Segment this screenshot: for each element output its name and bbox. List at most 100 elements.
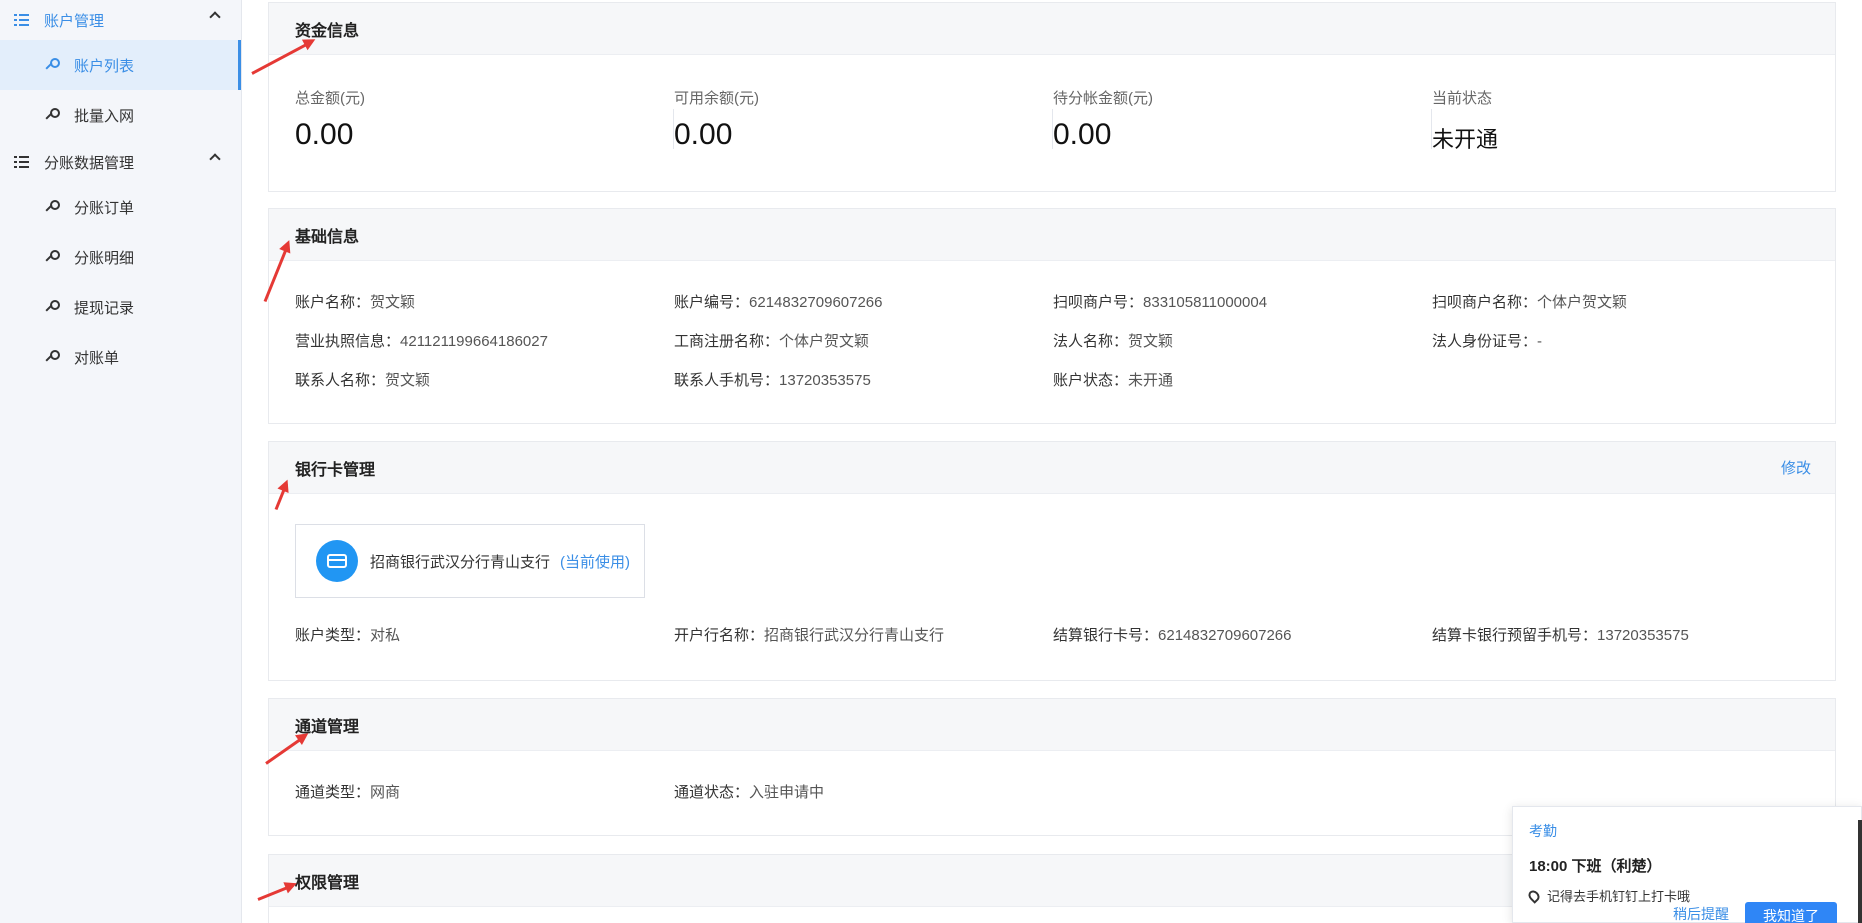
fund-value: 未开通 bbox=[1432, 127, 1499, 152]
sidebar-item-statements[interactable]: 对账单 bbox=[0, 332, 241, 382]
info-cell: 账户状态：未开通 bbox=[1053, 369, 1432, 390]
info-cell: 结算卡银行预留手机号：13720353575 bbox=[1432, 624, 1811, 645]
wrench-icon bbox=[44, 58, 60, 72]
bank-card-header: 银行卡管理 修改 bbox=[269, 442, 1835, 494]
notification-title: 18:00 下班（利楚） bbox=[1529, 858, 1662, 875]
section-title: 银行卡管理 bbox=[295, 461, 376, 479]
fund-label: 当前状态 bbox=[1432, 90, 1493, 107]
fund-total: 总金额(元) 0.00 bbox=[295, 87, 674, 192]
fund-pending: 待分帐金额(元) 0.00 bbox=[1053, 87, 1432, 192]
info-key: 结算银行卡号： bbox=[1053, 627, 1159, 644]
channel-card-header: 通道管理 bbox=[269, 699, 1835, 751]
info-value: 6214832709607266 bbox=[749, 294, 883, 311]
info-key: 账户类型： bbox=[295, 627, 371, 644]
info-value: 招商银行武汉分行青山支行 bbox=[764, 627, 945, 644]
sidebar-item-split-details[interactable]: 分账明细 bbox=[0, 232, 241, 282]
info-cell: 联系人手机号：13720353575 bbox=[674, 369, 1053, 390]
info-value: 贺文颖 bbox=[1128, 333, 1174, 350]
info-key: 法人名称： bbox=[1053, 333, 1129, 350]
sidebar-item-label: 对账单 bbox=[74, 349, 120, 367]
sidebar-item-withdraw-records[interactable]: 提现记录 bbox=[0, 282, 241, 332]
info-cell: 通道类型：网商 bbox=[295, 781, 674, 802]
info-value: - bbox=[1537, 333, 1543, 350]
info-cell: 开户行名称：招商银行武汉分行青山支行 bbox=[674, 624, 1053, 645]
info-cell: 扫呗商户号：833105811000004 bbox=[1053, 291, 1432, 312]
menu-group-label: 分账数据管理 bbox=[44, 154, 135, 172]
info-key: 结算卡银行预留手机号： bbox=[1432, 627, 1598, 644]
info-cell: 法人名称：贺文颖 bbox=[1053, 330, 1432, 351]
section-title: 权限管理 bbox=[295, 874, 360, 892]
info-value: 个体户贺文颖 bbox=[1537, 294, 1628, 311]
info-cell: 营业执照信息：421121199664186027 bbox=[295, 330, 674, 351]
info-value: 贺文颖 bbox=[385, 372, 431, 389]
info-cell: 法人身份证号：- bbox=[1432, 330, 1811, 351]
fund-value: 0.00 bbox=[674, 118, 733, 151]
info-key: 联系人手机号： bbox=[674, 372, 780, 389]
fund-value: 0.00 bbox=[295, 118, 354, 151]
info-key: 开户行名称： bbox=[674, 627, 765, 644]
bank-grid: 账户类型：对私 开户行名称：招商银行武汉分行青山支行 结算银行卡号：621483… bbox=[269, 598, 1835, 659]
chevron-up-icon bbox=[209, 11, 221, 23]
info-cell: 联系人名称：贺文颖 bbox=[295, 369, 674, 390]
fund-label: 可用余额(元) bbox=[674, 90, 759, 107]
notification-text: 记得去手机钉钉上打卡哦 bbox=[1547, 889, 1691, 904]
credit-card-icon bbox=[316, 540, 358, 582]
basic-grid: 账户名称：贺文颖 账户编号：6214832709607266 扫呗商户号：833… bbox=[269, 261, 1835, 404]
fund-card-header: 资金信息 bbox=[269, 3, 1835, 55]
notification-actions: 稍后提醒 我知道了 bbox=[1673, 902, 1837, 923]
fund-value: 0.00 bbox=[1053, 118, 1112, 151]
chevron-up-icon bbox=[209, 153, 221, 165]
sidebar-item-split-orders[interactable]: 分账订单 bbox=[0, 182, 241, 232]
menu-group-split-data[interactable]: 分账数据管理 bbox=[0, 142, 241, 182]
notification-app: 考勤 bbox=[1529, 823, 1557, 839]
menu-group-label: 账户管理 bbox=[44, 12, 105, 30]
sidebar-item-account-list[interactable]: 账户列表 bbox=[0, 40, 241, 90]
info-value: 6214832709607266 bbox=[1158, 627, 1292, 644]
bank-card-box[interactable]: 招商银行武汉分行青山支行 (当前使用) bbox=[295, 524, 645, 598]
info-key: 联系人名称： bbox=[295, 372, 386, 389]
sidebar-item-label: 分账订单 bbox=[74, 199, 135, 217]
info-key: 账户状态： bbox=[1053, 372, 1129, 389]
info-key: 账户名称： bbox=[295, 294, 371, 311]
info-cell: 工商注册名称：个体户贺文颖 bbox=[674, 330, 1053, 351]
current-use-tag: (当前使用) bbox=[560, 553, 631, 571]
info-cell: 扫呗商户名称：个体户贺文颖 bbox=[1432, 291, 1811, 312]
info-cell: 账户名称：贺文颖 bbox=[295, 291, 674, 312]
sidebar-item-label: 提现记录 bbox=[74, 299, 135, 317]
info-key: 法人身份证号： bbox=[1432, 333, 1538, 350]
info-cell: 通道状态：入驻申请中 bbox=[674, 781, 1053, 802]
fund-available: 可用余额(元) 0.00 bbox=[674, 87, 1053, 192]
sidebar-item-batch-onboard[interactable]: 批量入网 bbox=[0, 90, 241, 140]
remind-later-button[interactable]: 稍后提醒 bbox=[1673, 904, 1729, 923]
info-cell: 账户编号：6214832709607266 bbox=[674, 291, 1053, 312]
info-value: 13720353575 bbox=[779, 372, 871, 389]
edit-bank-link[interactable]: 修改 bbox=[1781, 457, 1811, 478]
info-value: 对私 bbox=[370, 627, 401, 644]
sidebar-item-label: 分账明细 bbox=[74, 249, 135, 267]
fund-card: 资金信息 总金额(元) 0.00 可用余额(元) 0.00 待分帐金额(元) 0… bbox=[268, 2, 1836, 192]
fund-row: 总金额(元) 0.00 可用余额(元) 0.00 待分帐金额(元) 0.00 当… bbox=[269, 55, 1835, 192]
info-key: 通道状态： bbox=[674, 784, 750, 801]
sidebar: 账户管理 账户列表 批量入网 分账数据管理 分账订单 分账明细 提现记录 对账单 bbox=[0, 0, 242, 923]
menu-group-account[interactable]: 账户管理 bbox=[0, 0, 241, 40]
sidebar-item-label: 批量入网 bbox=[74, 107, 135, 125]
info-cell: 账户类型：对私 bbox=[295, 624, 674, 645]
info-key: 账户编号： bbox=[674, 294, 750, 311]
attendance-notification: 考勤 18:00 下班（利楚） 记得去手机钉钉上打卡哦 稍后提醒 我知道了 bbox=[1512, 806, 1862, 923]
basic-card-header: 基础信息 bbox=[269, 209, 1835, 261]
wrench-icon bbox=[44, 350, 60, 364]
fund-status: 当前状态 未开通 bbox=[1432, 87, 1811, 192]
sidebar-item-label: 账户列表 bbox=[74, 57, 135, 75]
info-value: 个体户贺文颖 bbox=[779, 333, 870, 350]
bank-card: 银行卡管理 修改 招商银行武汉分行青山支行 (当前使用) 账户类型：对私 开户行… bbox=[268, 441, 1836, 681]
info-value: 贺文颖 bbox=[370, 294, 416, 311]
wrench-icon bbox=[44, 250, 60, 264]
location-pin-icon bbox=[1526, 887, 1542, 904]
info-value: 421121199664186027 bbox=[400, 333, 548, 350]
info-value: 未开通 bbox=[1128, 372, 1174, 389]
info-value: 13720353575 bbox=[1597, 627, 1689, 644]
acknowledge-button[interactable]: 我知道了 bbox=[1745, 902, 1837, 923]
info-key: 通道类型： bbox=[295, 784, 371, 801]
info-key: 扫呗商户号： bbox=[1053, 294, 1144, 311]
wrench-icon bbox=[44, 200, 60, 214]
